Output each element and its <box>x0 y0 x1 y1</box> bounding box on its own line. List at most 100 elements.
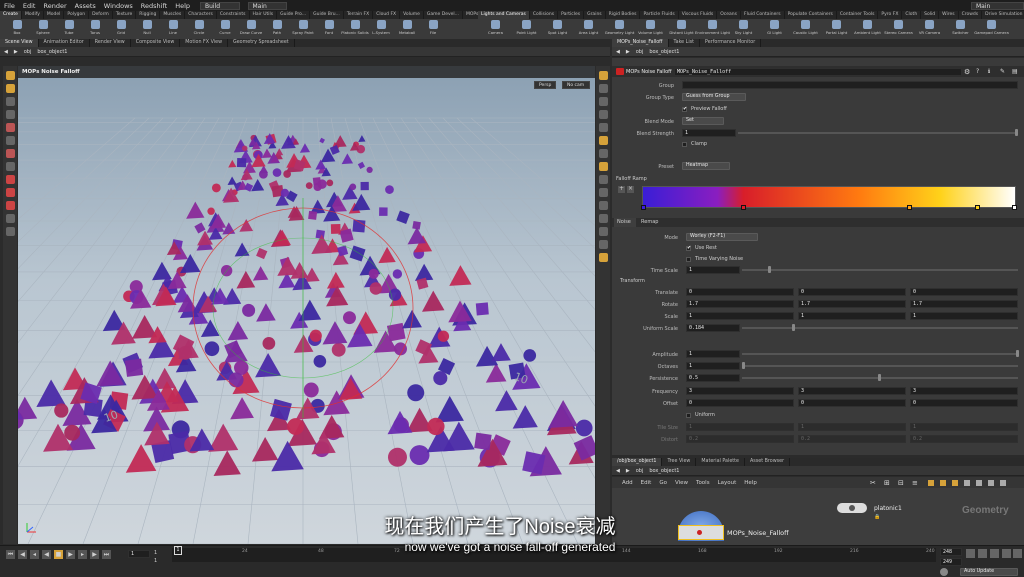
shelf-tool-right-12[interactable]: Ambient Light <box>852 19 883 39</box>
preview-falloff-checkbox[interactable] <box>682 106 687 112</box>
network-menu-2[interactable]: Go <box>659 480 667 486</box>
shelf-tool-7[interactable]: Circle <box>186 19 212 39</box>
path-obj[interactable]: obj <box>24 49 32 55</box>
menu-help[interactable]: Help <box>175 2 190 10</box>
play-icon[interactable]: ▶ <box>66 550 75 559</box>
shelf-tool-3[interactable]: Torus <box>82 19 108 39</box>
ramp-remove-icon[interactable]: × <box>627 186 634 193</box>
more-icon[interactable] <box>1013 549 1022 558</box>
left-tab-1[interactable]: Animation Editor <box>39 39 90 47</box>
shelf-tool-8[interactable]: Curve <box>212 19 238 39</box>
ramp-key-1[interactable] <box>641 205 646 210</box>
shelf-tool-13[interactable]: Platonic Solids <box>341 19 369 39</box>
ramp-key-3[interactable] <box>907 205 912 210</box>
ramp-key-5[interactable] <box>1012 205 1017 210</box>
path-node[interactable]: box_object1 <box>37 49 67 55</box>
pin-icon[interactable]: ✎ <box>1000 68 1005 75</box>
audio-icon[interactable] <box>1002 549 1011 558</box>
net-forward-arrow-icon[interactable]: ▶ <box>626 468 630 474</box>
shelf-tool-right-8[interactable]: Sky Light <box>728 19 759 39</box>
shelf-tool-16[interactable]: File <box>420 19 446 39</box>
back-arrow-icon-right[interactable]: ◀ <box>616 49 620 55</box>
shelf-tab-right-3[interactable]: Grains <box>584 11 606 19</box>
time-scale-slider[interactable] <box>742 269 1018 271</box>
scale-x[interactable]: 1 <box>686 312 794 320</box>
uniform-scale-field[interactable]: 0.184 <box>686 324 740 332</box>
blend-mode-menu[interactable]: Set <box>682 117 724 125</box>
desktop-dropdown[interactable]: Build <box>200 1 240 10</box>
octaves-field[interactable]: 1 <box>686 362 740 370</box>
display-icon-7[interactable] <box>598 149 608 158</box>
shelf-tab-17[interactable]: MOPs <box>463 11 478 19</box>
shelf-tab-0[interactable]: Create <box>0 11 22 19</box>
shelf-tab-13[interactable]: Terrain FX <box>344 11 374 19</box>
shelf-tool-4[interactable]: Grid <box>108 19 134 39</box>
preset-menu[interactable]: Heatmap <box>682 162 730 170</box>
shelf-tool-right-3[interactable]: Area Light <box>573 19 604 39</box>
time-scale-field[interactable]: 1 <box>686 266 740 274</box>
shelf-tab-right-2[interactable]: Particles <box>558 11 585 19</box>
shelf-tab-14[interactable]: Cloud FX <box>373 11 401 19</box>
shelf-tab-11[interactable]: Guide Pro... <box>277 11 311 19</box>
shelf-tab-10[interactable]: Hair Utils <box>250 11 278 19</box>
display-icon-1[interactable] <box>598 71 608 80</box>
network-menu-0[interactable]: Add <box>622 480 633 486</box>
display-icon-15[interactable] <box>598 253 608 262</box>
shelf-tab-right-14[interactable]: Wires <box>939 11 959 19</box>
menu-redshift[interactable]: Redshift <box>141 2 167 10</box>
offset-x[interactable]: 0 <box>686 399 794 407</box>
scene-dropdown[interactable]: Main <box>247 1 287 10</box>
view-tool-icon[interactable] <box>5 149 15 158</box>
playhead[interactable]: 1 <box>174 546 182 555</box>
ramp-key-2[interactable] <box>741 205 746 210</box>
shelf-tool-right-14[interactable]: VR Camera <box>914 19 945 39</box>
shelf-tab-4[interactable]: Deform <box>89 11 113 19</box>
back-arrow-icon[interactable]: ◀ <box>4 49 8 55</box>
shelf-tab-right-16[interactable]: Drive Simulation <box>982 11 1024 19</box>
forward-arrow-icon[interactable]: ▶ <box>14 49 18 55</box>
uniform-scale-knob[interactable] <box>792 324 795 331</box>
shelf-tab-5[interactable]: Texture <box>113 11 137 19</box>
shelf-tab-right-4[interactable]: Rigid Bodies <box>606 11 641 19</box>
net-tool-icon-6[interactable] <box>940 480 946 486</box>
network-tab-2[interactable]: Material Palette <box>696 458 745 466</box>
play-reverse-icon[interactable]: ◀ <box>42 550 51 559</box>
net-path-node[interactable]: box_object1 <box>649 468 679 474</box>
shelf-tool-2[interactable]: Tube <box>56 19 82 39</box>
amplitude-knob[interactable] <box>1016 350 1019 357</box>
frequency-y[interactable]: 3 <box>798 387 906 395</box>
uniform-checkbox[interactable] <box>686 413 691 418</box>
rotate-tool-icon[interactable] <box>5 97 15 106</box>
net-path-obj[interactable]: obj <box>636 468 644 474</box>
shelf-tab-right-1[interactable]: Collisions <box>530 11 559 19</box>
shelf-tool-5[interactable]: Null <box>134 19 160 39</box>
translate-y[interactable]: 0 <box>798 288 906 296</box>
shelf-tab-2[interactable]: Model <box>44 11 65 19</box>
network-tab-3[interactable]: Asset Browser <box>745 458 791 466</box>
shelf-tab-6[interactable]: Rigging <box>136 11 161 19</box>
shelf-tab-right-9[interactable]: Populate Containers <box>785 11 837 19</box>
mode-menu[interactable]: Worley (F2-F1) <box>686 233 758 241</box>
shelf-tool-right-11[interactable]: Portal Light <box>821 19 852 39</box>
display-icon-10[interactable] <box>598 188 608 197</box>
net-tool-icon-11[interactable] <box>1000 480 1006 486</box>
right-desktop-dropdown[interactable]: Main <box>970 1 1024 10</box>
auto-update-menu[interactable]: Auto Update <box>960 568 1018 576</box>
shelf-tool-15[interactable]: Metaball <box>394 19 420 39</box>
display-icon-6[interactable] <box>598 136 608 145</box>
display-icon-2[interactable] <box>598 84 608 93</box>
display-icon-11[interactable] <box>598 201 608 210</box>
shelf-tab-1[interactable]: Modify <box>22 11 44 19</box>
octaves-slider[interactable] <box>742 365 1018 367</box>
shelf-tab-right-11[interactable]: Pyro FX <box>878 11 903 19</box>
last-frame-icon[interactable]: ⏭ <box>102 550 111 559</box>
viewport[interactable]: MOPs Noise Falloff Persp No cam 10 10 <box>18 66 595 544</box>
right-tab-1[interactable]: Take List <box>669 39 701 47</box>
net-tool-icon-5[interactable] <box>928 480 934 486</box>
realtime-icon[interactable] <box>978 549 987 558</box>
shelf-tab-right-7[interactable]: Oceans <box>717 11 742 19</box>
shelf-tab-right-0[interactable]: Lights and Cameras <box>478 11 530 19</box>
shelf-tool-right-13[interactable]: Stereo Camera <box>883 19 914 39</box>
menu-file[interactable]: File <box>4 2 15 10</box>
display-icon-3[interactable] <box>598 97 608 106</box>
